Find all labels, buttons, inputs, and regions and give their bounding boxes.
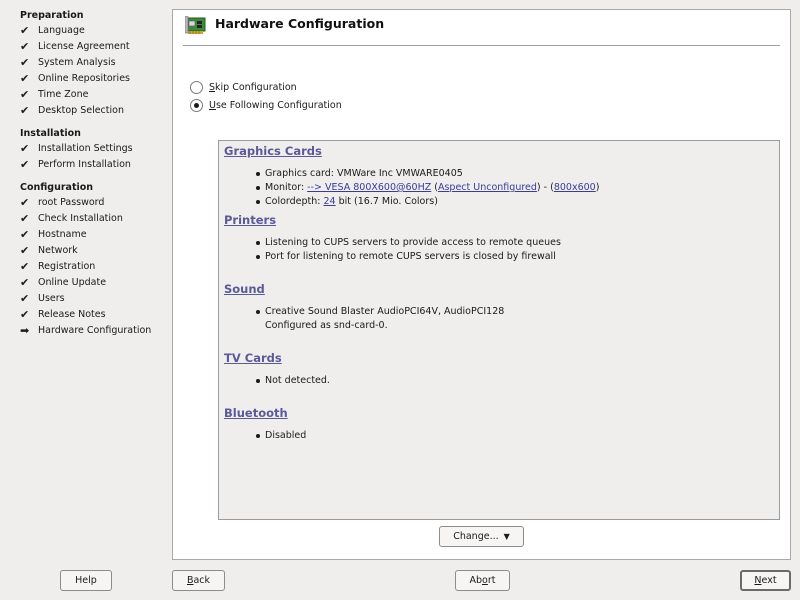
- aspect-link[interactable]: Aspect Unconfigured: [438, 182, 537, 193]
- step-hardware-configuration: ➡ Hardware Configuration: [20, 323, 172, 339]
- step-root-password: ✔ root Password: [20, 195, 172, 211]
- bluetooth-item: Disabled: [256, 429, 774, 443]
- installation-steps-sidebar: Preparation ✔ Language ✔ License Agreement…: [0, 0, 172, 560]
- title-divider: [183, 45, 780, 46]
- checkmark-icon: ✔: [20, 56, 30, 69]
- checkmark-icon: ✔: [20, 212, 30, 225]
- graphics-card-item: Graphics card: VMWare Inc VMWARE0405: [256, 167, 774, 181]
- section-preparation: Preparation ✔ Language ✔ License Agreement…: [20, 9, 172, 119]
- step-label: Registration: [38, 261, 96, 272]
- back-button[interactable]: Back: [172, 570, 225, 591]
- step-label: Hardware Configuration: [38, 325, 152, 336]
- colordepth-item: Colordepth: 24 bit (16.7 Mio. Colors): [256, 195, 774, 209]
- step-language: ✔ Language: [20, 23, 172, 39]
- hardware-card-icon: [185, 16, 206, 34]
- help-button[interactable]: Help: [60, 570, 112, 591]
- radio-label[interactable]: Skip Configuration: [209, 81, 297, 95]
- hardware-summary-panel: Graphics Cards Graphics card: VMWare Inc…: [218, 140, 780, 520]
- step-label: Hostname: [38, 229, 87, 240]
- sound-heading[interactable]: Sound: [224, 281, 774, 298]
- step-perform-installation: ✔ Perform Installation: [20, 157, 172, 173]
- step-network: ✔ Network: [20, 243, 172, 259]
- checkmark-icon: ✔: [20, 292, 30, 305]
- sound-card-item: Creative Sound Blaster AudioPCI64V, Audi…: [256, 305, 774, 319]
- section-title: Installation: [20, 128, 81, 139]
- checkmark-icon: ✔: [20, 228, 30, 241]
- step-license-agreement: ✔ License Agreement: [20, 39, 172, 55]
- printers-section: Printers Listening to CUPS servers to pr…: [224, 212, 774, 281]
- step-label: Check Installation: [38, 213, 123, 224]
- graphics-cards-heading[interactable]: Graphics Cards: [224, 143, 774, 160]
- checkmark-icon: ✔: [20, 260, 30, 273]
- step-label: Time Zone: [38, 89, 89, 100]
- step-label: Online Repositories: [38, 73, 130, 84]
- page-title: Hardware Configuration: [215, 16, 385, 31]
- abort-button[interactable]: Abort: [455, 570, 510, 591]
- colordepth-link[interactable]: 24: [324, 196, 336, 207]
- step-label: System Analysis: [38, 57, 116, 68]
- section-title: Preparation: [20, 10, 84, 21]
- step-time-zone: ✔ Time Zone: [20, 87, 172, 103]
- monitor-item: Monitor: --> VESA 800X600@60HZ (Aspect U…: [256, 181, 774, 195]
- step-label: Language: [38, 25, 85, 36]
- next-button[interactable]: Next: [740, 570, 791, 591]
- monitor-link[interactable]: --> VESA 800X600@60HZ: [307, 182, 431, 193]
- step-hostname: ✔ Hostname: [20, 227, 172, 243]
- step-label: Desktop Selection: [38, 105, 124, 116]
- tv-cards-section: TV Cards Not detected.: [224, 350, 774, 405]
- checkmark-icon: ✔: [20, 276, 30, 289]
- chevron-down-icon: ▼: [503, 532, 510, 541]
- step-label: Perform Installation: [38, 159, 131, 170]
- graphics-cards-section: Graphics Cards Graphics card: VMWare Inc…: [224, 143, 774, 212]
- step-online-repositories: ✔ Online Repositories: [20, 71, 172, 87]
- radio-button[interactable]: [190, 81, 203, 94]
- step-label: License Agreement: [38, 41, 130, 52]
- checkmark-icon: ✔: [20, 40, 30, 53]
- step-system-analysis: ✔ System Analysis: [20, 55, 172, 71]
- section-configuration: Configuration ✔ root Password ✔ Check Inst…: [20, 181, 172, 339]
- printers-heading[interactable]: Printers: [224, 212, 774, 229]
- checkmark-icon: ✔: [20, 308, 30, 321]
- step-registration: ✔ Registration: [20, 259, 172, 275]
- radio-label[interactable]: Use Following Configuration: [209, 99, 342, 113]
- checkmark-icon: ✔: [20, 142, 30, 155]
- printer-item: Listening to CUPS servers to provide acc…: [256, 236, 774, 250]
- main-content-frame: Hardware Configuration Skip Configuratio…: [172, 9, 791, 560]
- checkmark-icon: ✔: [20, 24, 30, 37]
- step-desktop-selection: ✔ Desktop Selection: [20, 103, 172, 119]
- step-label: Users: [38, 293, 65, 304]
- checkmark-icon: ✔: [20, 244, 30, 257]
- resolution-link[interactable]: 800x600: [554, 182, 596, 193]
- printer-item: Port for listening to remote CUPS server…: [256, 250, 774, 264]
- bluetooth-section: Bluetooth Disabled: [224, 405, 774, 443]
- step-label: Installation Settings: [38, 143, 133, 154]
- checkmark-icon: ✔: [20, 72, 30, 85]
- checkmark-icon: ✔: [20, 104, 30, 117]
- change-button[interactable]: Change... ▼: [439, 526, 524, 547]
- tv-cards-heading[interactable]: TV Cards: [224, 350, 774, 367]
- tv-card-item: Not detected.: [256, 374, 774, 388]
- checkmark-icon: ✔: [20, 196, 30, 209]
- step-label: Release Notes: [38, 309, 106, 320]
- step-check-installation: ✔ Check Installation: [20, 211, 172, 227]
- step-label: Network: [38, 245, 78, 256]
- checkmark-icon: ✔: [20, 88, 30, 101]
- step-release-notes: ✔ Release Notes: [20, 307, 172, 323]
- sound-section: Sound Creative Sound Blaster AudioPCI64V…: [224, 281, 774, 350]
- checkmark-icon: ✔: [20, 158, 30, 171]
- sound-card-config: Configured as snd-card-0.: [265, 320, 388, 331]
- radio-button-selected[interactable]: [190, 99, 203, 112]
- step-label: Online Update: [38, 277, 107, 288]
- section-title: Configuration: [20, 182, 94, 193]
- bluetooth-heading[interactable]: Bluetooth: [224, 405, 774, 422]
- arrow-right-icon: ➡: [20, 324, 30, 337]
- step-label: root Password: [38, 197, 105, 208]
- step-online-update: ✔ Online Update: [20, 275, 172, 291]
- section-installation: Installation ✔ Installation Settings ✔ Per…: [20, 127, 172, 173]
- step-users: ✔ Users: [20, 291, 172, 307]
- step-installation-settings: ✔ Installation Settings: [20, 141, 172, 157]
